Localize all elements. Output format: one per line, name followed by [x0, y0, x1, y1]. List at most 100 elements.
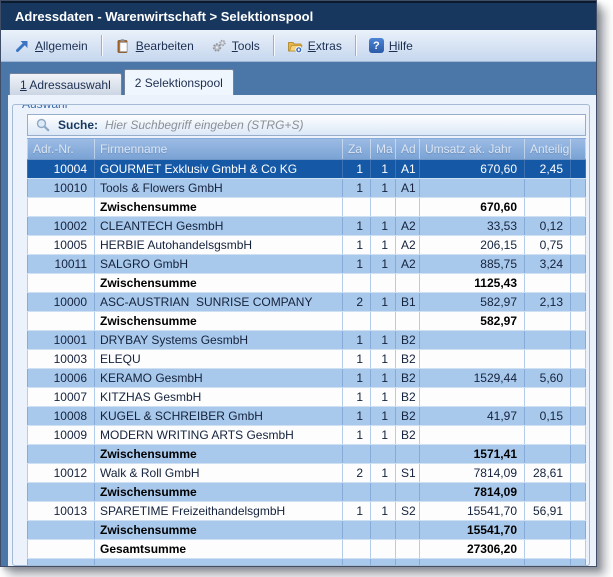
table-row[interactable]: 10007 KITZHAS GesmbH 1 1 B2 [27, 388, 586, 407]
empty-row[interactable] [27, 559, 586, 566]
toolbar-button-extras[interactable]: Extras [279, 35, 350, 57]
cell-umsatz: 41,97 [420, 407, 525, 425]
cell-ad [396, 312, 420, 330]
column-header-ma[interactable]: Ma [371, 139, 396, 159]
subtotal-row[interactable]: Zwischensumme 582,97 [27, 312, 586, 331]
table-row[interactable]: 10011 SALGRO GmbH 1 1 A2 885,75 3,24 [27, 255, 586, 274]
cell-za: 1 [343, 179, 371, 197]
subtotal-row[interactable]: Zwischensumme 15541,70 [27, 521, 586, 540]
table-row[interactable]: 10000 ASC-AUSTRIAN SUNRISE COMPANY 2 1 B… [27, 293, 586, 312]
cell-extra [571, 502, 586, 520]
cell-ma [371, 445, 396, 463]
toolbar-button-allgemein[interactable]: Allgemein [6, 35, 96, 57]
cell-umsatz: 582,97 [420, 312, 525, 330]
cell-adr-nr: 10005 [27, 236, 95, 254]
subtotal-row[interactable]: Zwischensumme 7814,09 [27, 483, 586, 502]
cell-za: 1 [343, 426, 371, 444]
cell-ma [371, 559, 396, 566]
table-row[interactable]: 10001 DRYBAY Systems GesmbH 1 1 B2 [27, 331, 586, 350]
cell-ma: 1 [371, 350, 396, 368]
cell-extra [571, 331, 586, 349]
table-row[interactable]: 10009 MODERN WRITING ARTS GesmbH 1 1 B2 [27, 426, 586, 445]
cell-za: 1 [343, 350, 371, 368]
subtotal-row[interactable]: Zwischensumme 1571,41 [27, 445, 586, 464]
table-row[interactable]: 10003 ELEQU 1 1 B2 [27, 350, 586, 369]
cell-anteilig [525, 274, 571, 292]
cell-za: 1 [343, 160, 371, 178]
cell-anteilig [525, 559, 571, 566]
toolbar-button-hilfe[interactable]: ? Hilfe [361, 35, 421, 56]
cell-adr-nr: 10012 [27, 464, 95, 482]
cell-za: 1 [343, 236, 371, 254]
subtotal-row[interactable]: Zwischensumme 1125,43 [27, 274, 586, 293]
cell-umsatz: 15541,70 [420, 521, 525, 539]
cell-ad: B2 [396, 426, 420, 444]
table-row[interactable]: 10012 Walk & Roll GmbH 2 1 S1 7814,09 28… [27, 464, 586, 483]
cell-ma: 1 [371, 179, 396, 197]
tab-selektionspool[interactable]: 2 Selektionspool [124, 69, 234, 95]
cell-za [343, 540, 371, 558]
table-row[interactable]: 10008 KUGEL & SCHREIBER GmbH 1 1 B2 41,9… [27, 407, 586, 426]
cell-anteilig: 2,45 [525, 160, 571, 178]
cell-anteilig [525, 388, 571, 406]
cell-extra [571, 160, 586, 178]
cell-adr-nr [27, 521, 95, 539]
column-header-za[interactable]: Za [343, 139, 371, 159]
cell-umsatz: 1571,41 [420, 445, 525, 463]
column-header-firmenname[interactable]: Firmenname [95, 139, 343, 159]
table-row[interactable]: 10004 GOURMET Exklusiv GmbH & Co KG 1 1 … [27, 160, 586, 179]
toolbar-button-tools[interactable]: Tools [203, 35, 268, 57]
magnifier-icon [35, 117, 51, 133]
folder-icon [287, 38, 303, 54]
column-header-umsatz[interactable]: Umsatz ak. Jahr [420, 139, 525, 159]
cell-za [343, 483, 371, 501]
cell-za [343, 521, 371, 539]
cell-za: 1 [343, 369, 371, 387]
cell-umsatz: 1529,44 [420, 369, 525, 387]
column-header-anteilig[interactable]: Anteilig [525, 139, 571, 159]
cell-ad: A1 [396, 160, 420, 178]
cell-adr-nr [27, 445, 95, 463]
arrow-up-right-icon [14, 38, 30, 54]
cell-umsatz: 27306,20 [420, 540, 525, 558]
toolbar-button-bearbeiten[interactable]: Bearbeiten [107, 35, 202, 57]
cell-umsatz: 7814,09 [420, 483, 525, 501]
cell-anteilig [525, 179, 571, 197]
cell-adr-nr: 10008 [27, 407, 95, 425]
cell-ma: 1 [371, 388, 396, 406]
cell-extra [571, 217, 586, 235]
cell-ad: B2 [396, 331, 420, 349]
table-row[interactable]: 10002 CLEANTECH GesmbH 1 1 A2 33,53 0,12 [27, 217, 586, 236]
total-row[interactable]: Gesamtsumme 27306,20 [27, 540, 586, 559]
cell-anteilig [525, 350, 571, 368]
column-header-adr-nr[interactable]: Adr.-Nr. [27, 139, 95, 159]
column-header-ad[interactable]: Ad [396, 139, 420, 159]
cell-za: 1 [343, 331, 371, 349]
subtotal-row[interactable]: Zwischensumme 670,60 [27, 198, 586, 217]
cell-ad [396, 559, 420, 566]
cell-ma: 1 [371, 369, 396, 387]
table-row[interactable]: 10013 SPARETIME FreizeithandelsgmbH 1 1 … [27, 502, 586, 521]
tab-page-selektionspool: Auswahl Suche: Adr.-Nr. Firmenname Za Ma… [1, 95, 596, 566]
selection-table: Adr.-Nr. Firmenname Za Ma Ad Umsatz ak. … [27, 138, 586, 566]
cell-ma: 1 [371, 407, 396, 425]
cell-extra [571, 521, 586, 539]
search-input[interactable] [105, 118, 578, 132]
cell-adr-nr: 10013 [27, 502, 95, 520]
gears-icon [211, 38, 227, 54]
cell-umsatz: 33,53 [420, 217, 525, 235]
table-row[interactable]: 10010 Tools & Flowers GmbH 1 1 A1 [27, 179, 586, 198]
cell-firmenname: Zwischensumme [95, 198, 343, 216]
table-row[interactable]: 10006 KERAMO GesmbH 1 1 B2 1529,44 5,60 [27, 369, 586, 388]
tab-adressauswahl[interactable]: 1 Adressauswahl [9, 73, 122, 95]
cell-umsatz: 206,15 [420, 236, 525, 254]
cell-ad: B2 [396, 369, 420, 387]
cell-ad [396, 521, 420, 539]
cell-ma: 1 [371, 160, 396, 178]
search-bar[interactable]: Suche: [27, 114, 586, 136]
table-row[interactable]: 10005 HERBIE AutohandelsgsmbH 1 1 A2 206… [27, 236, 586, 255]
screen: Adressdaten - Warenwirtschaft > Selektio… [0, 0, 613, 577]
cell-extra [571, 255, 586, 273]
toolbar-separator [355, 35, 356, 56]
cell-anteilig [525, 312, 571, 330]
